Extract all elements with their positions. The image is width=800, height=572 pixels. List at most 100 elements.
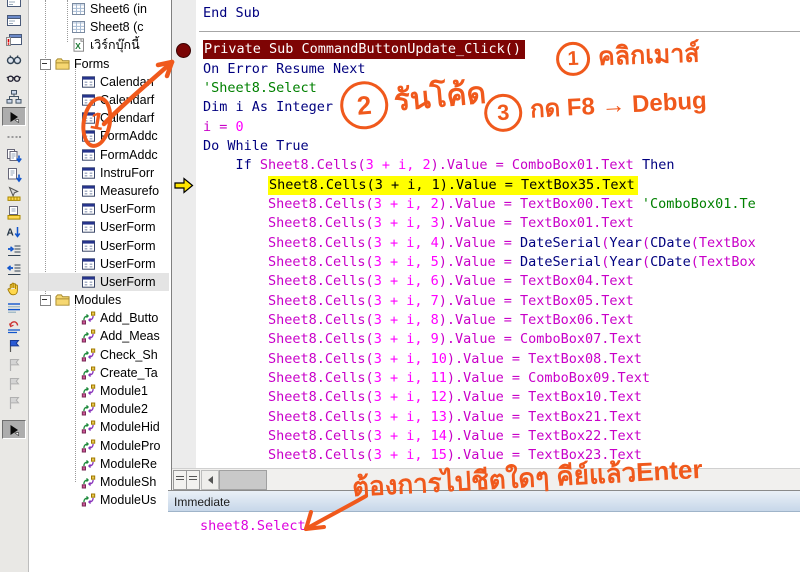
tree-item-label: Module2 [100,402,148,417]
outdent-icon[interactable] [3,261,25,278]
tree-item-module2[interactable]: Module2 [29,400,169,418]
object-browser-icon[interactable] [3,50,25,67]
tree-item-modules[interactable]: Modules [29,291,169,309]
code-line: If Sheet8.Cells(3 + i, 2).Value = ComboB… [203,157,675,174]
call-stack-icon[interactable] [3,88,25,105]
tree-item-label: FormAddc [100,147,158,162]
tree-item-label: Module1 [100,384,148,399]
tree-item-userform[interactable]: UserForm [29,218,169,236]
stamp-icon[interactable] [3,204,25,221]
tree-item-module1[interactable]: Module1 [29,382,169,400]
sheet-icon [71,2,87,16]
tree-item-modulepro[interactable]: ModulePro [29,437,169,455]
tree-item-label: UserForm [100,238,156,253]
tree-item-label: ModuleSh [100,474,157,489]
tree-item-label: InstruForr [100,165,155,180]
tree-item-userform[interactable]: UserForm [29,236,169,254]
module-icon [81,402,97,416]
tree-item-formaddc[interactable]: FormAddc [29,146,169,164]
tree-item-label: เวิร์กบุ๊กนี้ [90,38,140,53]
tree-item-forms[interactable]: Forms [29,55,169,73]
form-icon [81,257,97,271]
comment-block-icon[interactable] [3,280,25,297]
tree-item-label: UserForm [100,202,156,217]
bookmark-next-icon[interactable] [3,356,25,373]
tree-item-check-sh[interactable]: Check_Sh [29,346,169,364]
import-file-icon[interactable] [3,166,25,183]
breakpoint-margin[interactable] [172,0,198,468]
undo-icon[interactable] [3,318,25,335]
tree-item-sheet6-in[interactable]: Sheet6 (in [29,0,169,18]
module-icon [81,493,97,507]
tree-item-label: UserForm [100,220,156,235]
execution-arrow-icon [174,177,194,194]
tree-item--[interactable]: X เวิร์กบุ๊กนี้ [29,36,169,54]
tree-item-add-meas[interactable]: Add_Meas [29,327,169,345]
immediate-input-area[interactable]: sheet8.Select [168,512,800,572]
tree-item-label: ModuleRe [100,456,157,471]
folder-icon [55,57,71,71]
tree-item-modulesh[interactable]: ModuleSh [29,473,169,491]
module-icon [81,329,97,343]
tree-item-calendarf[interactable]: Calendarf [29,73,169,91]
tree-item-label: Modules [74,293,122,308]
module-icon [81,348,97,362]
annotation-step1-click-mouse: 1 คลิกเมาส์ [555,34,700,79]
form-icon [81,202,97,216]
view-definition-icon[interactable] [3,69,25,86]
tree-item-modulehid[interactable]: ModuleHid [29,418,169,436]
immediate-window: Immediate sheet8.Select [168,490,800,572]
tree-item-userform[interactable]: UserForm [29,200,169,218]
bookmark-toggle-icon[interactable] [3,337,25,354]
code-line: Sheet8.Cells(3 + i, 13).Value = TextBox2… [203,408,642,425]
procedure-view-button[interactable] [173,470,187,490]
code-editor[interactable]: End Sub Private Sub CommandButtonUpdate_C… [199,0,800,472]
tree-item-label: Calendarf [100,74,155,89]
tree-item-label: ModulePro [100,438,161,453]
tree-item-instruforr[interactable]: InstruForr [29,164,169,182]
run-macro-icon[interactable] [2,107,26,126]
module-icon [81,439,97,453]
folder-icon [55,293,71,307]
tree-item-userform[interactable]: UserForm [29,272,169,291]
tree-item-label: Sheet8 (c [90,20,144,35]
copy-module-icon[interactable] [3,147,25,164]
left-arrow-icon [207,476,213,484]
tree-item-create-ta[interactable]: Create_Ta [29,364,169,382]
form-icon [81,148,97,162]
vba-editor-window: A Sheet6 (in Sheet8 (c X เวิร์กบุ๊กนี้ Forms… [0,0,800,572]
sheet-icon [71,20,87,34]
tree-item-moduleus[interactable]: ModuleUs [29,491,169,509]
code-line: Sheet8.Cells(3 + i, 2).Value = TextBox00… [203,195,756,212]
list-constants-icon[interactable] [3,299,25,316]
tree-item-modulere[interactable]: ModuleRe [29,455,169,473]
collapse-expander-icon[interactable] [40,295,51,306]
procedure-separator [199,23,800,33]
tree-item-label: Sheet6 (in [90,2,147,17]
tree-item-measurefo[interactable]: Measurefo [29,182,169,200]
immediate-command-text: sheet8.Select [200,518,306,534]
scroll-left-button[interactable] [201,470,219,490]
tree-item-userform[interactable]: UserForm [29,255,169,273]
form-icon [81,239,97,253]
project-explorer[interactable]: Sheet6 (in Sheet8 (c X เวิร์กบุ๊กนี้ Forms Ca… [29,0,169,572]
tree-item-sheet8-c[interactable]: Sheet8 (c [29,18,169,36]
object-window-icon[interactable] [3,12,25,29]
bookmark-clear-icon[interactable] [3,394,25,411]
code-window: End Sub Private Sub CommandButtonUpdate_C… [171,0,800,491]
form-icon [81,75,97,89]
bookmark-prev-icon[interactable] [3,375,25,392]
code-window-icon[interactable] [3,0,25,10]
design-mode-icon[interactable] [3,185,25,202]
sort-az-icon[interactable]: A [3,223,25,240]
resume-run-icon[interactable] [2,420,26,439]
svg-text:A: A [7,227,14,238]
scrollbar-thumb[interactable] [219,470,267,490]
full-module-view-button[interactable] [186,470,200,490]
properties-window-icon[interactable] [3,31,25,48]
tree-item-add-butto[interactable]: Add_Butto [29,309,169,327]
code-line: Sheet8.Cells(3 + i, 8).Value = TextBox06… [203,311,634,328]
indent-icon[interactable] [3,242,25,259]
breakpoint-dot[interactable] [176,43,191,58]
collapse-expander-icon[interactable] [40,58,51,70]
